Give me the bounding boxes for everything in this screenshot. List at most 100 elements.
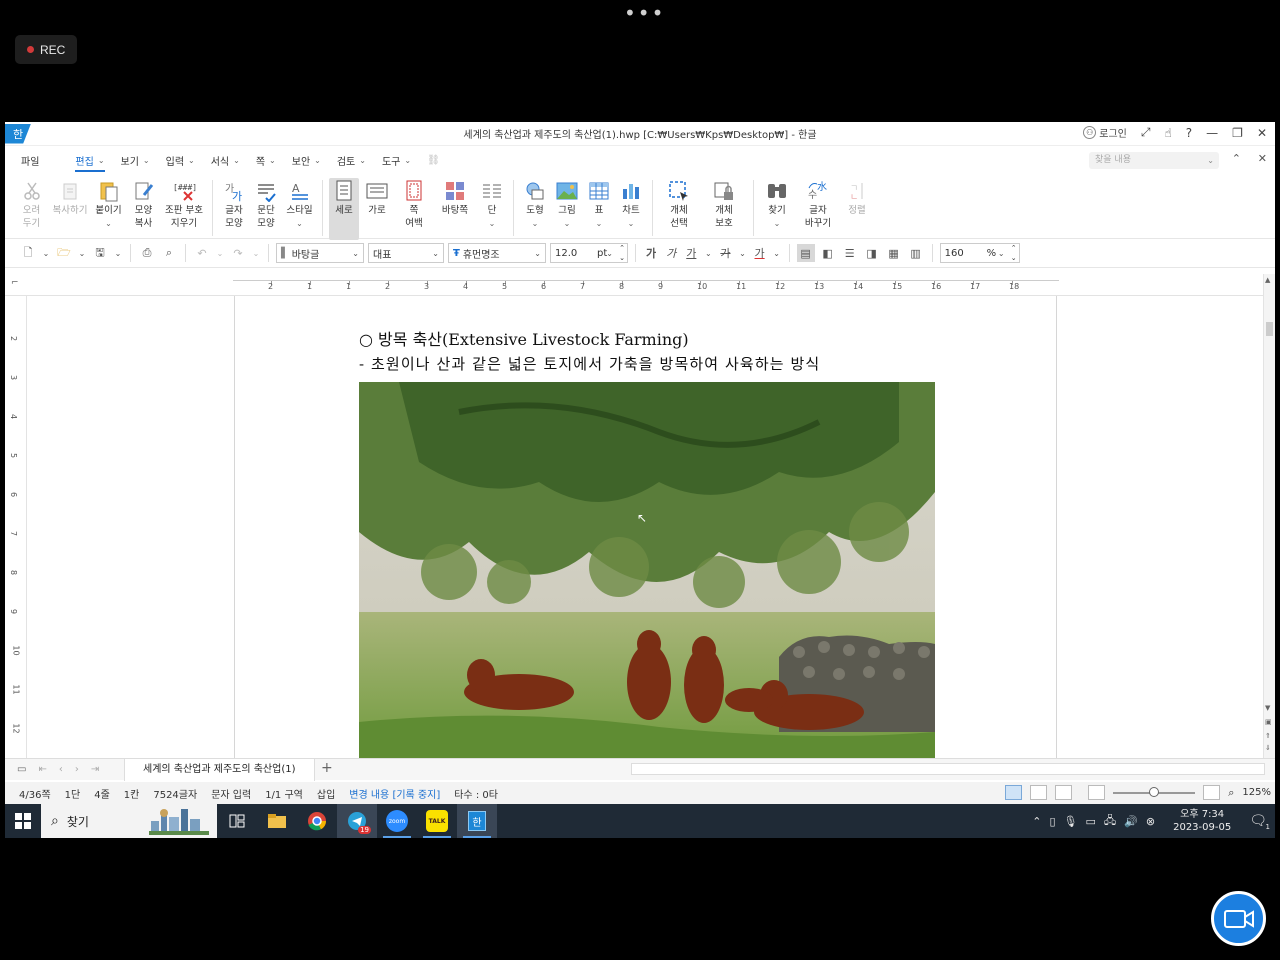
zoom-select[interactable]: 160 % ⌄ ⌃ ⌄ [939, 243, 1020, 263]
camera-button[interactable] [1211, 891, 1266, 946]
chevron-down-icon[interactable]: ⌄ [215, 244, 225, 262]
chevron-down-icon[interactable]: ⌄ [113, 244, 123, 262]
menu-insert[interactable]: 입력 ⌄ [166, 153, 195, 168]
hwp-taskbar-icon[interactable]: 한 [457, 804, 497, 838]
status-track-changes[interactable]: 변경 내용 [기록 중지] [349, 786, 440, 801]
find-input[interactable]: 찾을 내용 ⌄ [1089, 152, 1219, 169]
select-object-button[interactable]: 개체 선택 [659, 178, 699, 230]
windows-start-icon[interactable] [5, 804, 41, 838]
zoom-in-button[interactable] [1203, 785, 1221, 800]
zoom-app-icon[interactable]: zoom [377, 804, 417, 838]
align-center-icon[interactable]: ☰ [841, 244, 859, 262]
prev-tab-icon[interactable]: ‹ [59, 764, 63, 775]
strikethrough-button[interactable]: 가 [720, 245, 730, 261]
save-icon[interactable]: 🖫 [91, 244, 109, 262]
style-button[interactable]: A 스타일 ⌄ [283, 178, 316, 230]
replace-char-button[interactable]: 수水 글자 바꾸기 [796, 178, 840, 230]
status-page[interactable]: 4/36쪽 [19, 786, 51, 801]
align-right-icon[interactable]: ◨ [863, 244, 881, 262]
copy-button[interactable]: 복사하기 [50, 178, 90, 217]
print-preview-icon[interactable]: ⌕ [160, 244, 178, 262]
portrait-button[interactable]: 세로 [329, 178, 359, 240]
align-left-icon[interactable]: ◧ [819, 244, 837, 262]
clock[interactable]: 오후 7:34 2023-09-05 [1173, 808, 1231, 834]
chevron-down-icon[interactable]: ⌄ [489, 217, 496, 230]
menu-page[interactable]: 쪽 ⌄ [256, 153, 276, 168]
zoom-knob[interactable] [1149, 786, 1160, 797]
zoom-slider[interactable] [1113, 786, 1196, 797]
chevron-down-icon[interactable]: ⌄ [703, 244, 713, 262]
chevron-down-icon[interactable]: ⌄ [738, 244, 748, 262]
microphone-icon[interactable]: 🎙 [1064, 815, 1078, 828]
align-justify-icon[interactable]: ▤ [796, 244, 815, 262]
underline-button[interactable]: 가 [686, 245, 696, 261]
document-workspace[interactable]: ○ 방목 축산(Extensive Livestock Farming) - 초… [27, 296, 1263, 758]
device-icon[interactable]: ▯ [1049, 815, 1055, 828]
clear-codes-button[interactable]: [###] 조판 부호 지우기 [162, 178, 206, 230]
print-icon[interactable]: ⎙ [138, 244, 156, 262]
touch-mode-icon[interactable]: ☝ [1164, 126, 1171, 140]
document-heading[interactable]: ○ 방목 축산(Extensive Livestock Farming) [359, 326, 689, 350]
tab-type-icon[interactable]: ⌐ [11, 278, 19, 288]
scroll-down-icon[interactable]: ▼ [1265, 704, 1270, 712]
first-tab-icon[interactable]: ⇤ [38, 764, 46, 775]
menu-edit[interactable]: 편집 ⌄ [75, 153, 105, 172]
table-button[interactable]: 표 ⌄ [584, 178, 614, 230]
telegram-icon[interactable]: 19 [337, 804, 377, 838]
shape-button[interactable]: 도형 ⌄ [520, 178, 550, 230]
bold-button[interactable]: 가 [646, 245, 656, 261]
new-document-icon[interactable]: 🗋 [19, 244, 37, 262]
magnifier-icon[interactable]: ⌕ [1228, 786, 1234, 800]
redo-icon[interactable]: ↷ [229, 244, 247, 262]
italic-button[interactable]: 가 [666, 245, 676, 261]
zoom-out-button[interactable] [1088, 785, 1106, 800]
kakaotalk-icon[interactable]: TALK [417, 804, 457, 838]
volume-icon[interactable]: 🔊 [1124, 815, 1138, 828]
notification-icon[interactable]: 🗨 1 [1249, 813, 1270, 831]
scroll-up-icon[interactable]: ▲ [1265, 276, 1270, 284]
columns-button[interactable]: 단 ⌄ [477, 178, 507, 230]
task-view-icon[interactable] [217, 804, 257, 838]
vertical-scrollbar[interactable]: ▲ ▼ ▣ ⇑ ⇓ [1263, 274, 1275, 758]
landscape-button[interactable]: 가로 [361, 178, 393, 217]
next-tab-icon[interactable]: › [75, 764, 79, 775]
align-distribute-icon[interactable]: ▦ [885, 244, 903, 262]
chart-button[interactable]: 차트 ⌄ [616, 178, 646, 230]
vertical-ruler[interactable]: 2345678910111213 [5, 296, 27, 773]
chevron-down-icon[interactable]: ⌄ [596, 217, 603, 230]
normal-view-button[interactable] [1005, 785, 1023, 800]
undo-icon[interactable]: ↶ [193, 244, 211, 262]
cut-button[interactable]: 오려 두기 [15, 178, 48, 230]
cattle-photo[interactable] [359, 382, 935, 758]
chevron-down-icon[interactable]: ⌄ [105, 217, 112, 230]
protect-object-button[interactable]: 개체 보호 [701, 178, 747, 230]
font-color-button[interactable]: 가 [755, 245, 765, 261]
chevron-down-icon[interactable]: ⌄ [772, 244, 782, 262]
chevron-down-icon[interactable]: ⌄ [41, 244, 51, 262]
login-button[interactable]: ⚇ 로그인 [1083, 125, 1127, 140]
add-tab-button[interactable]: + [321, 760, 333, 776]
menu-file[interactable]: 파일 [21, 153, 39, 168]
format-copy-button[interactable]: 모양 복사 [127, 178, 160, 230]
margin-button[interactable]: 쪽 여백 [395, 178, 433, 230]
chrome-icon[interactable] [297, 804, 337, 838]
chevron-down-icon[interactable]: ⌄ [1207, 152, 1214, 169]
hwp-logo-icon[interactable]: 한 [5, 123, 31, 144]
scroll-thumb[interactable] [1266, 322, 1273, 336]
spinner-arrows-icon[interactable]: ⌃ ⌄ [1011, 243, 1017, 263]
master-page-button[interactable]: 바탕쪽 [435, 178, 475, 217]
more-options-icon[interactable]: ••• [624, 3, 665, 23]
menu-review[interactable]: 검토 ⌄ [337, 153, 366, 168]
page-down-icon[interactable]: ⇓ [1265, 744, 1271, 752]
page-up-icon[interactable]: ⇑ [1265, 732, 1271, 740]
horizontal-scrollbar[interactable] [631, 763, 1265, 775]
sort-button[interactable]: ㄱㄴ 정렬 [842, 178, 872, 217]
open-folder-icon[interactable]: 🗁 [55, 244, 73, 262]
minimize-button[interactable]: — [1206, 126, 1218, 140]
last-tab-icon[interactable]: ⇥ [91, 764, 99, 775]
align-split-icon[interactable]: ▥ [907, 244, 925, 262]
network-icon[interactable]: 🖧 [1104, 812, 1116, 831]
file-explorer-icon[interactable] [257, 804, 297, 838]
menu-tools[interactable]: 도구 ⌄ [382, 153, 411, 168]
chevron-down-icon[interactable]: ⌄ [628, 217, 635, 230]
